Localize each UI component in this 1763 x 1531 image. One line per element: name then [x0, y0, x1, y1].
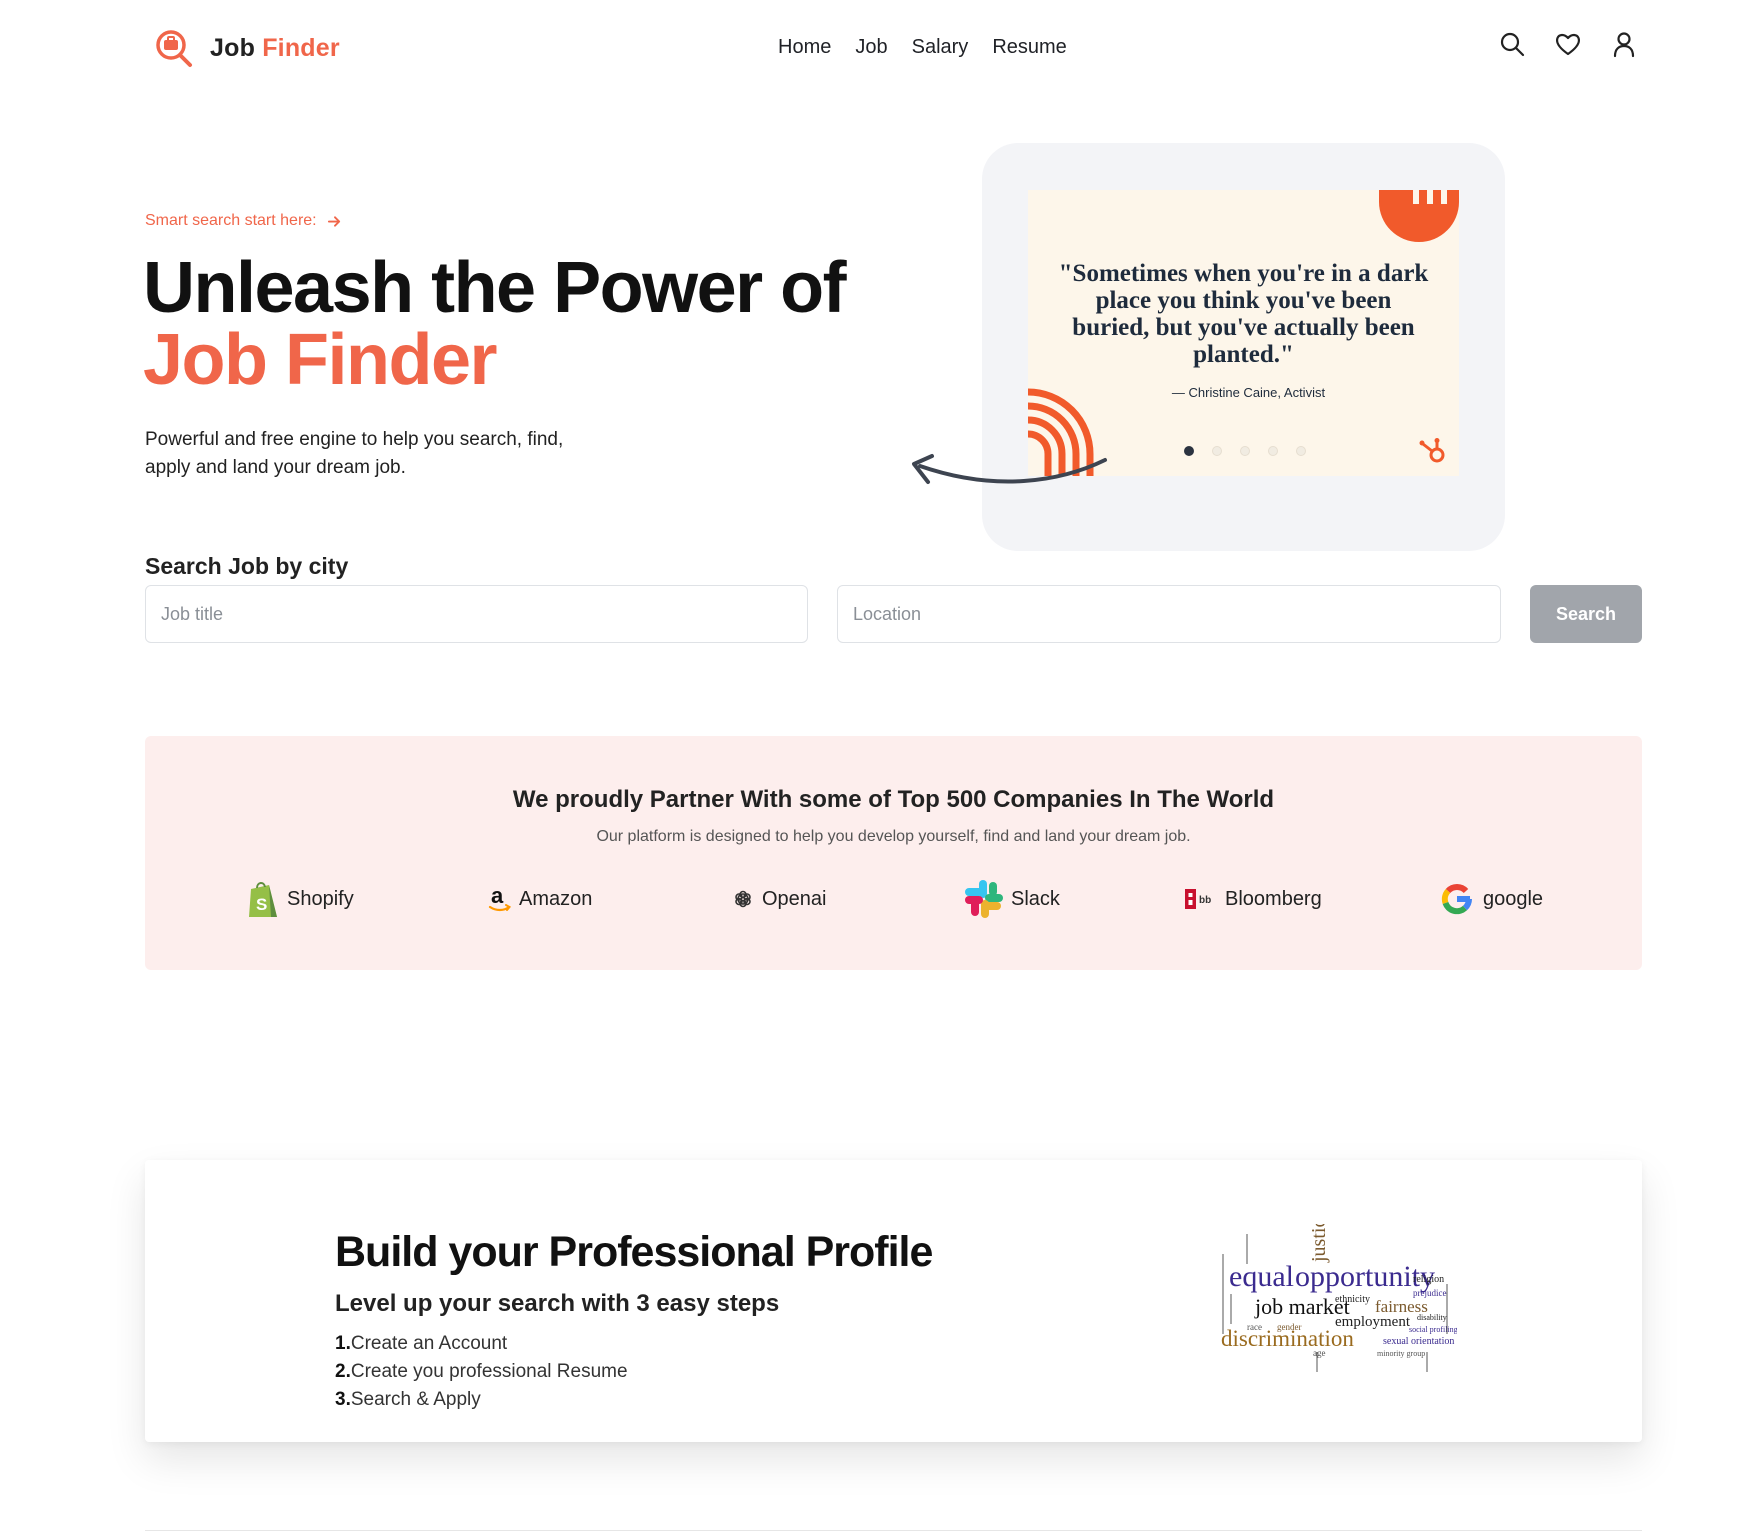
- arrow-right-icon: [327, 215, 340, 227]
- word-cloud-word: minority group: [1377, 1349, 1425, 1358]
- hubspot-logo-icon: [1419, 438, 1445, 463]
- list-item: 1.Create an Account: [335, 1330, 628, 1358]
- partner-name: Bloomberg: [1225, 887, 1322, 910]
- partners-subtitle: Our platform is designed to help you dev…: [596, 828, 1191, 845]
- profile-title: Build your Professional Profile: [335, 1228, 933, 1276]
- partners-section: We proudly Partner With some of Top 500 …: [145, 736, 1642, 970]
- partners-title: We proudly Partner With some of Top 500 …: [512, 786, 1275, 813]
- partner-shopify[interactable]: S Shopify: [245, 876, 354, 922]
- search-button[interactable]: Search: [1530, 585, 1642, 643]
- curved-arrow-icon: [912, 454, 1107, 484]
- partner-name: Slack: [1011, 887, 1060, 910]
- svg-text:bb: bb: [1199, 895, 1211, 906]
- partner-slack[interactable]: Slack: [963, 876, 1060, 922]
- profile-section: Build your Professional Profile Level up…: [145, 1160, 1642, 1442]
- step-text: Search & Apply: [350, 1389, 481, 1410]
- partner-amazon[interactable]: a Amazon: [487, 876, 592, 922]
- location-input[interactable]: [837, 585, 1501, 643]
- user-icon[interactable]: [1610, 30, 1638, 58]
- nav-salary[interactable]: Salary: [912, 36, 969, 59]
- job-title-input[interactable]: [145, 585, 808, 643]
- openai-icon: [735, 890, 751, 908]
- partner-name: Openai: [762, 887, 827, 910]
- brand-name-part1: Job: [210, 33, 256, 62]
- slack-icon: [965, 880, 1003, 918]
- carousel-dot[interactable]: [1296, 446, 1306, 456]
- list-item: 2.Create you professional Resume: [335, 1358, 628, 1386]
- word-cloud-word: justice: [1308, 1224, 1330, 1263]
- step-number: 3.: [335, 1389, 351, 1410]
- carousel-dot[interactable]: [1184, 446, 1194, 456]
- profile-subtitle: Level up your search with 3 easy steps: [335, 1290, 780, 1317]
- svg-text:S: S: [256, 895, 267, 914]
- step-number: 1.: [335, 1333, 351, 1354]
- word-cloud-word: disability: [1417, 1313, 1447, 1322]
- nav-resume[interactable]: Resume: [992, 36, 1066, 59]
- amazon-icon: a: [488, 884, 512, 912]
- word-cloud-word: ethnicity: [1335, 1294, 1370, 1305]
- nav-job[interactable]: Job: [855, 36, 887, 59]
- quote-author: — Christine Caine, Activist: [1171, 385, 1326, 400]
- carousel-dot[interactable]: [1212, 446, 1222, 456]
- bloomberg-icon: bb: [1185, 889, 1211, 909]
- hero-title-line1: Unleash the Power of: [143, 248, 847, 328]
- hero-title: Unleash the Power of Job Finder: [143, 252, 847, 400]
- hero-eyebrow: Smart search start here:: [145, 212, 342, 230]
- word-cloud-word: age: [1313, 1348, 1326, 1358]
- carousel-dot[interactable]: [1240, 446, 1250, 456]
- hero-title-line2: Job Finder: [143, 320, 498, 400]
- word-cloud-word: social profiling: [1409, 1325, 1457, 1334]
- decorative-sun-shape: [1379, 190, 1459, 242]
- list-item: 3.Search & Apply: [335, 1386, 628, 1414]
- partner-name: Amazon: [519, 887, 593, 910]
- step-text: Create an Account: [350, 1333, 508, 1354]
- svg-text:a: a: [491, 884, 504, 908]
- brand-name-part2: Finder: [262, 33, 340, 62]
- word-cloud-word: religion: [1413, 1274, 1444, 1285]
- search-briefcase-icon: [156, 30, 192, 67]
- quote-carousel[interactable]: "Sometimes when you're in a dark place y…: [1028, 190, 1459, 476]
- search-icon[interactable]: [1498, 30, 1526, 58]
- partner-name: Shopify: [287, 887, 354, 910]
- partner-google[interactable]: google: [1437, 876, 1543, 922]
- word-cloud-word: equal: [1229, 1260, 1294, 1293]
- partner-openai[interactable]: Openai: [730, 876, 827, 922]
- carousel-dots: [1184, 446, 1306, 456]
- step-number: 2.: [335, 1361, 351, 1382]
- word-cloud-word: gender: [1277, 1322, 1302, 1332]
- hero-eyebrow-text: Smart search start here:: [145, 212, 317, 229]
- word-cloud-word: sexual orientation: [1383, 1336, 1454, 1347]
- header-actions: [1498, 30, 1638, 58]
- heart-icon[interactable]: [1554, 30, 1582, 58]
- word-cloud-image: justice equal opportunity religion job m…: [1221, 1224, 1457, 1372]
- quote-text: "Sometimes when you're in a dark place y…: [1058, 260, 1429, 368]
- partner-name: google: [1483, 887, 1544, 910]
- profile-steps: 1.Create an Account 2.Create you profess…: [335, 1330, 628, 1414]
- word-cloud-word: race: [1247, 1322, 1262, 1332]
- google-icon: [1441, 883, 1473, 915]
- hero-description: Powerful and free engine to help you sea…: [145, 429, 564, 478]
- step-text: Create you professional Resume: [350, 1361, 628, 1382]
- carousel-dot[interactable]: [1268, 446, 1278, 456]
- main-nav: Home Job Salary Resume: [778, 36, 1067, 59]
- brand-logo[interactable]: Job Finder: [154, 28, 340, 68]
- shopify-icon: S: [249, 882, 277, 917]
- nav-home[interactable]: Home: [778, 36, 831, 59]
- search-label: Search Job by city: [145, 553, 349, 579]
- word-cloud-word: prejudice: [1413, 1288, 1446, 1298]
- top-header: Job Finder Home Job Salary Resume: [0, 0, 1763, 96]
- brand-name: Job Finder: [210, 34, 340, 63]
- partner-bloomberg[interactable]: bb Bloomberg: [1183, 876, 1322, 922]
